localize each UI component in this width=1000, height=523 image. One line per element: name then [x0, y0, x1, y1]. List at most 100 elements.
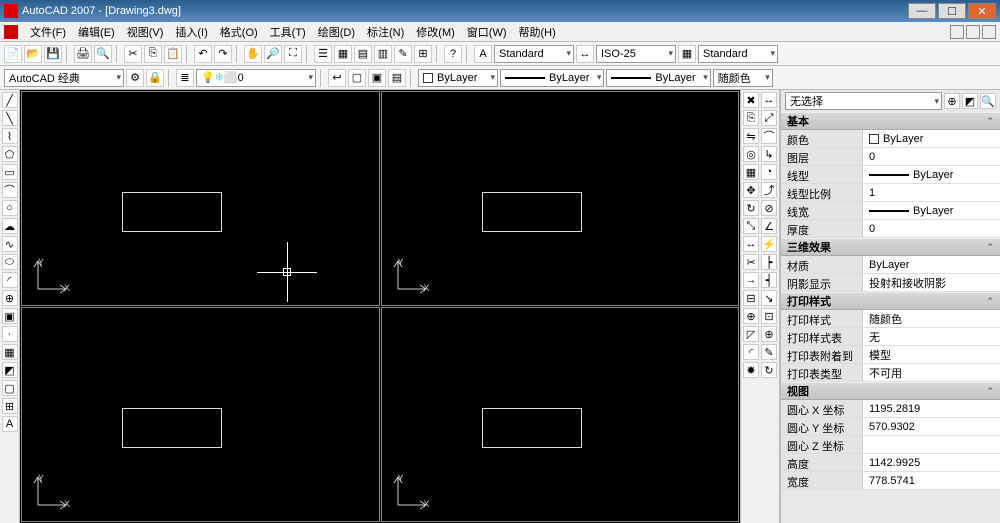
- layer-manager-button[interactable]: ≣: [176, 69, 194, 87]
- menu-view[interactable]: 视图(V): [121, 22, 170, 42]
- menu-edit[interactable]: 编辑(E): [72, 22, 121, 42]
- prop-center-z[interactable]: [863, 436, 1000, 453]
- color-combo[interactable]: ByLayer: [418, 69, 498, 87]
- break-tool[interactable]: ⊟: [743, 290, 759, 306]
- menu-dimension[interactable]: 标注(N): [361, 22, 410, 42]
- copy-tool[interactable]: ⎘: [743, 110, 759, 126]
- viewport-top-right[interactable]: YX: [381, 91, 740, 306]
- stretch-tool[interactable]: ↔: [743, 236, 759, 252]
- layer-tool1[interactable]: ▢: [348, 69, 366, 87]
- prop-color[interactable]: ByLayer: [863, 130, 1000, 147]
- plotstyle-combo[interactable]: 随颜色: [713, 69, 773, 87]
- chamfer-tool[interactable]: ◸: [743, 326, 759, 342]
- prop-material[interactable]: ByLayer: [863, 256, 1000, 273]
- tolerance-tool[interactable]: ⊡: [761, 308, 777, 324]
- selection-combo[interactable]: 无选择: [785, 92, 942, 110]
- insert-block-tool[interactable]: ⊕: [2, 290, 18, 306]
- workspace-combo[interactable]: AutoCAD 经典: [4, 69, 124, 87]
- quickselect-button[interactable]: 🔍: [980, 93, 996, 109]
- prop-plottable[interactable]: 无: [863, 328, 1000, 345]
- prop-shadow[interactable]: 投射和接收阴影: [863, 274, 1000, 291]
- workspace-settings-button[interactable]: ⚙: [126, 69, 144, 87]
- calc-button[interactable]: ⊞: [414, 45, 432, 63]
- toolpalettes-button[interactable]: ▤: [354, 45, 372, 63]
- open-button[interactable]: 📂: [24, 45, 42, 63]
- region-tool[interactable]: ▢: [2, 380, 18, 396]
- center-mark-tool[interactable]: ⊕: [761, 326, 777, 342]
- section-basic[interactable]: 基本⌃: [781, 112, 1000, 130]
- prop-layer[interactable]: 0: [863, 148, 1000, 165]
- dim-radius-tool[interactable]: ◔: [761, 164, 777, 180]
- ellipse-tool[interactable]: ⬭: [2, 254, 18, 270]
- dim-angular-tool[interactable]: ∠: [761, 218, 777, 234]
- xline-tool[interactable]: ╲: [2, 110, 18, 126]
- dim-update-tool[interactable]: ↻: [761, 362, 777, 378]
- layer-tool2[interactable]: ▣: [368, 69, 386, 87]
- table-style-combo[interactable]: Standard: [698, 45, 778, 63]
- new-button[interactable]: 📄: [4, 45, 22, 63]
- text-style-icon[interactable]: A: [474, 45, 492, 63]
- mirror-tool[interactable]: ⇋: [743, 128, 759, 144]
- leader-tool[interactable]: ↘: [761, 290, 777, 306]
- prop-plotstyle[interactable]: 随颜色: [863, 310, 1000, 327]
- table-tool[interactable]: ⊞: [2, 398, 18, 414]
- dim-style-combo[interactable]: ISO-25: [596, 45, 676, 63]
- minimize-button[interactable]: —: [908, 3, 936, 19]
- explode-tool[interactable]: ✸: [743, 362, 759, 378]
- prop-width[interactable]: 778.5741: [863, 472, 1000, 489]
- sheetset-button[interactable]: ▥: [374, 45, 392, 63]
- preview-button[interactable]: 🔍: [94, 45, 112, 63]
- text-style-combo[interactable]: Standard: [494, 45, 574, 63]
- layer-tool3[interactable]: ▤: [388, 69, 406, 87]
- make-block-tool[interactable]: ▣: [2, 308, 18, 324]
- mdi-restore-button[interactable]: [966, 25, 980, 39]
- properties-button[interactable]: ☰: [314, 45, 332, 63]
- mdi-close-button[interactable]: [982, 25, 996, 39]
- designcenter-button[interactable]: ▦: [334, 45, 352, 63]
- redo-button[interactable]: ↷: [214, 45, 232, 63]
- line-tool[interactable]: ╱: [2, 92, 18, 108]
- menu-help[interactable]: 帮助(H): [513, 22, 562, 42]
- menu-draw[interactable]: 绘图(D): [312, 22, 361, 42]
- extend-tool[interactable]: →: [743, 272, 759, 288]
- section-3d[interactable]: 三维效果⌃: [781, 238, 1000, 256]
- section-plot[interactable]: 打印样式⌃: [781, 292, 1000, 310]
- help-button[interactable]: ?: [444, 45, 462, 63]
- dim-aligned-tool[interactable]: ⤢: [761, 110, 777, 126]
- viewport-bottom-left[interactable]: YX: [21, 307, 380, 522]
- dim-edit-tool[interactable]: ✎: [761, 344, 777, 360]
- rectangle-tool[interactable]: ▭: [2, 164, 18, 180]
- fillet-tool[interactable]: ◜: [743, 344, 759, 360]
- dim-arc-tool[interactable]: ⌒: [761, 128, 777, 144]
- linetype-combo[interactable]: ByLayer: [500, 69, 604, 87]
- mdi-minimize-button[interactable]: [950, 25, 964, 39]
- cut-button[interactable]: ✂: [124, 45, 142, 63]
- save-button[interactable]: 💾: [44, 45, 62, 63]
- trim-tool[interactable]: ✂: [743, 254, 759, 270]
- select-objects-button[interactable]: ◩: [962, 93, 978, 109]
- layer-combo[interactable]: 💡❄⬜ 0: [196, 69, 316, 87]
- pan-button[interactable]: ✋: [244, 45, 262, 63]
- zoom-window-button[interactable]: ⛶: [284, 45, 302, 63]
- undo-button[interactable]: ↶: [194, 45, 212, 63]
- dim-baseline-tool[interactable]: ┝: [761, 254, 777, 270]
- prop-lineweight[interactable]: ByLayer: [863, 202, 1000, 219]
- menu-insert[interactable]: 插入(I): [169, 22, 213, 42]
- erase-tool[interactable]: ✖: [743, 92, 759, 108]
- copy-button[interactable]: ⎘: [144, 45, 162, 63]
- viewport-top-left[interactable]: YX: [21, 91, 380, 306]
- maximize-button[interactable]: ☐: [938, 3, 966, 19]
- dim-linear-tool[interactable]: ↔: [761, 92, 777, 108]
- prop-center-x[interactable]: 1195.2819: [863, 400, 1000, 417]
- menu-format[interactable]: 格式(O): [214, 22, 264, 42]
- dim-style-icon[interactable]: ↔: [576, 45, 594, 63]
- array-tool[interactable]: ▦: [743, 164, 759, 180]
- move-tool[interactable]: ✥: [743, 182, 759, 198]
- spline-tool[interactable]: ∿: [2, 236, 18, 252]
- paste-button[interactable]: 📋: [164, 45, 182, 63]
- section-view[interactable]: 视图⌃: [781, 382, 1000, 400]
- prop-height[interactable]: 1142.9925: [863, 454, 1000, 471]
- hatch-tool[interactable]: ▦: [2, 344, 18, 360]
- ellipse-arc-tool[interactable]: ◜: [2, 272, 18, 288]
- pick-add-button[interactable]: ⊕: [944, 93, 960, 109]
